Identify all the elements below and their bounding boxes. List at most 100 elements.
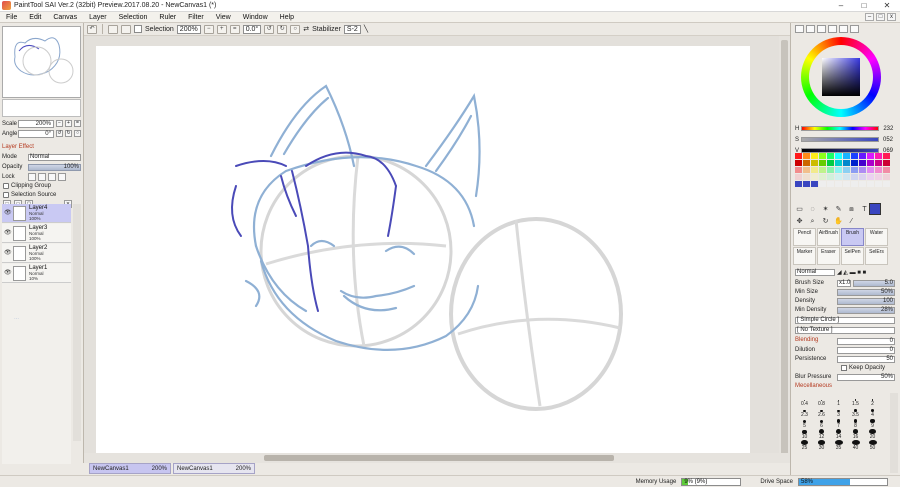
doc-minimize-button[interactable]: – bbox=[865, 13, 874, 21]
keep-opacity-row[interactable]: Keep Opacity bbox=[841, 364, 900, 372]
color-swatch[interactable] bbox=[811, 153, 818, 159]
zoom-field[interactable]: 200% bbox=[176, 24, 201, 34]
hand-icon[interactable]: ✋ bbox=[834, 217, 843, 226]
color-swatch[interactable] bbox=[859, 167, 866, 173]
color-swatch[interactable] bbox=[883, 153, 890, 159]
brush-tool-water[interactable]: Water bbox=[865, 228, 888, 246]
color-swatch[interactable] bbox=[803, 181, 810, 187]
brush-size-preset[interactable]: 20 bbox=[864, 429, 881, 440]
color-swatch[interactable] bbox=[795, 181, 802, 187]
zoom-out-icon[interactable]: − bbox=[203, 24, 214, 34]
swatch-tab-icon[interactable] bbox=[828, 25, 837, 33]
menu-filter[interactable]: Filter bbox=[182, 14, 210, 21]
visibility-eye-icon[interactable]: 👁 bbox=[4, 250, 12, 257]
angle-left-icon[interactable]: ↺ bbox=[56, 130, 63, 137]
color-swatch[interactable] bbox=[883, 167, 890, 173]
brush-size-preset[interactable]: 1 bbox=[830, 396, 847, 407]
color-swatch[interactable] bbox=[851, 181, 858, 187]
lock-move-icon[interactable] bbox=[48, 173, 56, 181]
color-swatch[interactable] bbox=[819, 181, 826, 187]
hsv-slider-tab-icon[interactable] bbox=[817, 25, 826, 33]
color-swatch[interactable] bbox=[811, 167, 818, 173]
canvas-tab[interactable]: NewCanvas1 200% bbox=[173, 463, 255, 474]
horizontal-scroll-thumb[interactable] bbox=[264, 455, 614, 461]
brush-size-preset[interactable]: 2.3 bbox=[796, 407, 813, 418]
color-swatch[interactable] bbox=[819, 160, 826, 166]
brush-size-preset[interactable]: 25 bbox=[796, 440, 813, 451]
color-swatch[interactable] bbox=[811, 160, 818, 166]
brush-tool-selpen[interactable]: SelPen bbox=[841, 247, 864, 265]
color-swatch[interactable] bbox=[803, 167, 810, 173]
lock-all-icon[interactable] bbox=[58, 173, 66, 181]
color-swatch[interactable] bbox=[875, 174, 882, 180]
brush-size-preset[interactable]: 0.8 bbox=[813, 396, 830, 407]
scale-reset-icon[interactable]: = bbox=[74, 120, 81, 127]
blending-header[interactable]: Blending bbox=[795, 337, 818, 343]
brush-tool-marker[interactable]: Marker bbox=[793, 247, 816, 265]
scale-field[interactable]: 200% bbox=[18, 119, 54, 128]
color-swatch[interactable] bbox=[859, 174, 866, 180]
selection-checkbox[interactable] bbox=[134, 25, 142, 33]
maximize-button[interactable]: □ bbox=[853, 1, 875, 10]
color-swatch[interactable] bbox=[795, 174, 802, 180]
stabilizer-select[interactable]: S-2 bbox=[343, 24, 361, 34]
color-swatch[interactable] bbox=[851, 160, 858, 166]
color-swatch[interactable] bbox=[867, 167, 874, 173]
lock-transparency-icon[interactable] bbox=[28, 173, 36, 181]
color-swatch[interactable] bbox=[851, 174, 858, 180]
brush-size-multiplier[interactable]: x1.0 bbox=[837, 279, 852, 287]
rotate-icon[interactable]: ↻ bbox=[821, 217, 830, 226]
brush-size-preset[interactable]: 10 bbox=[796, 429, 813, 440]
brush-size-slider[interactable]: 5.0 bbox=[853, 279, 895, 287]
flip-icon[interactable]: ⇄ bbox=[303, 25, 309, 33]
color-swatch[interactable] bbox=[835, 160, 842, 166]
blend-mode-select[interactable]: Normal bbox=[795, 268, 835, 276]
palette-tab-icon[interactable] bbox=[850, 25, 859, 33]
current-color-swatch[interactable] bbox=[869, 203, 881, 215]
layer-effect-header[interactable]: Layer Effect bbox=[2, 144, 34, 150]
blending-slider[interactable]: 0 bbox=[837, 337, 895, 345]
scratchpad-tab-icon[interactable] bbox=[839, 25, 848, 33]
min-size-slider[interactable]: 50% bbox=[837, 288, 895, 296]
visibility-eye-icon[interactable]: 👁 bbox=[4, 210, 12, 217]
scale-minus-icon[interactable]: − bbox=[56, 120, 63, 127]
brush-size-preset[interactable]: 4 bbox=[864, 407, 881, 418]
mode-select[interactable]: Normal bbox=[28, 153, 81, 161]
color-wheel-tab-icon[interactable] bbox=[795, 25, 804, 33]
saturation-slider[interactable] bbox=[801, 137, 880, 142]
visibility-eye-icon[interactable]: 👁 bbox=[4, 230, 12, 237]
color-swatch[interactable] bbox=[875, 153, 882, 159]
menu-view[interactable]: View bbox=[210, 14, 237, 21]
color-swatch[interactable] bbox=[819, 167, 826, 173]
color-swatch[interactable] bbox=[875, 181, 882, 187]
scale-plus-icon[interactable]: + bbox=[65, 120, 72, 127]
color-swatch[interactable] bbox=[835, 181, 842, 187]
angle-reset-icon[interactable]: ○ bbox=[74, 130, 81, 137]
dilution-slider[interactable]: 0 bbox=[837, 346, 895, 354]
brush-texture-select[interactable]: [ No Texture ] bbox=[795, 326, 895, 334]
color-swatch[interactable] bbox=[851, 167, 858, 173]
blur-pressure-slider[interactable]: 50% bbox=[837, 373, 895, 381]
angle-right-icon[interactable]: ↻ bbox=[65, 130, 72, 137]
rotate-left-icon[interactable]: ↺ bbox=[264, 24, 275, 34]
rgb-slider-tab-icon[interactable] bbox=[806, 25, 815, 33]
brush-size-preset[interactable]: 12 bbox=[813, 429, 830, 440]
brush-size-preset[interactable]: 9 bbox=[864, 418, 881, 429]
brush-size-preset[interactable]: 2 bbox=[864, 396, 881, 407]
rotate-reset-icon[interactable]: ○ bbox=[290, 24, 301, 34]
zoom-icon[interactable]: ⌕ bbox=[808, 217, 817, 226]
color-swatch[interactable] bbox=[819, 174, 826, 180]
move-icon[interactable]: ✥ bbox=[795, 217, 804, 226]
visibility-eye-icon[interactable]: 👁 bbox=[4, 270, 12, 277]
color-swatch[interactable] bbox=[811, 174, 818, 180]
color-swatch[interactable] bbox=[843, 174, 850, 180]
color-swatch[interactable] bbox=[827, 160, 834, 166]
doc-restore-button[interactable]: □ bbox=[876, 13, 885, 21]
angle-field[interactable]: 0.0° bbox=[242, 24, 262, 34]
brush-shape-icons[interactable]: ◢ ◭ ▬ ■ ■ bbox=[837, 269, 866, 276]
undo-icon[interactable]: ↶ bbox=[87, 24, 97, 34]
brush-size-preset[interactable]: 35 bbox=[830, 440, 847, 451]
brush-shape-select[interactable]: [ Simple Circle ] bbox=[795, 316, 895, 324]
brush-size-preset[interactable]: 2.6 bbox=[813, 407, 830, 418]
opacity-slider[interactable]: 100% bbox=[28, 163, 81, 171]
